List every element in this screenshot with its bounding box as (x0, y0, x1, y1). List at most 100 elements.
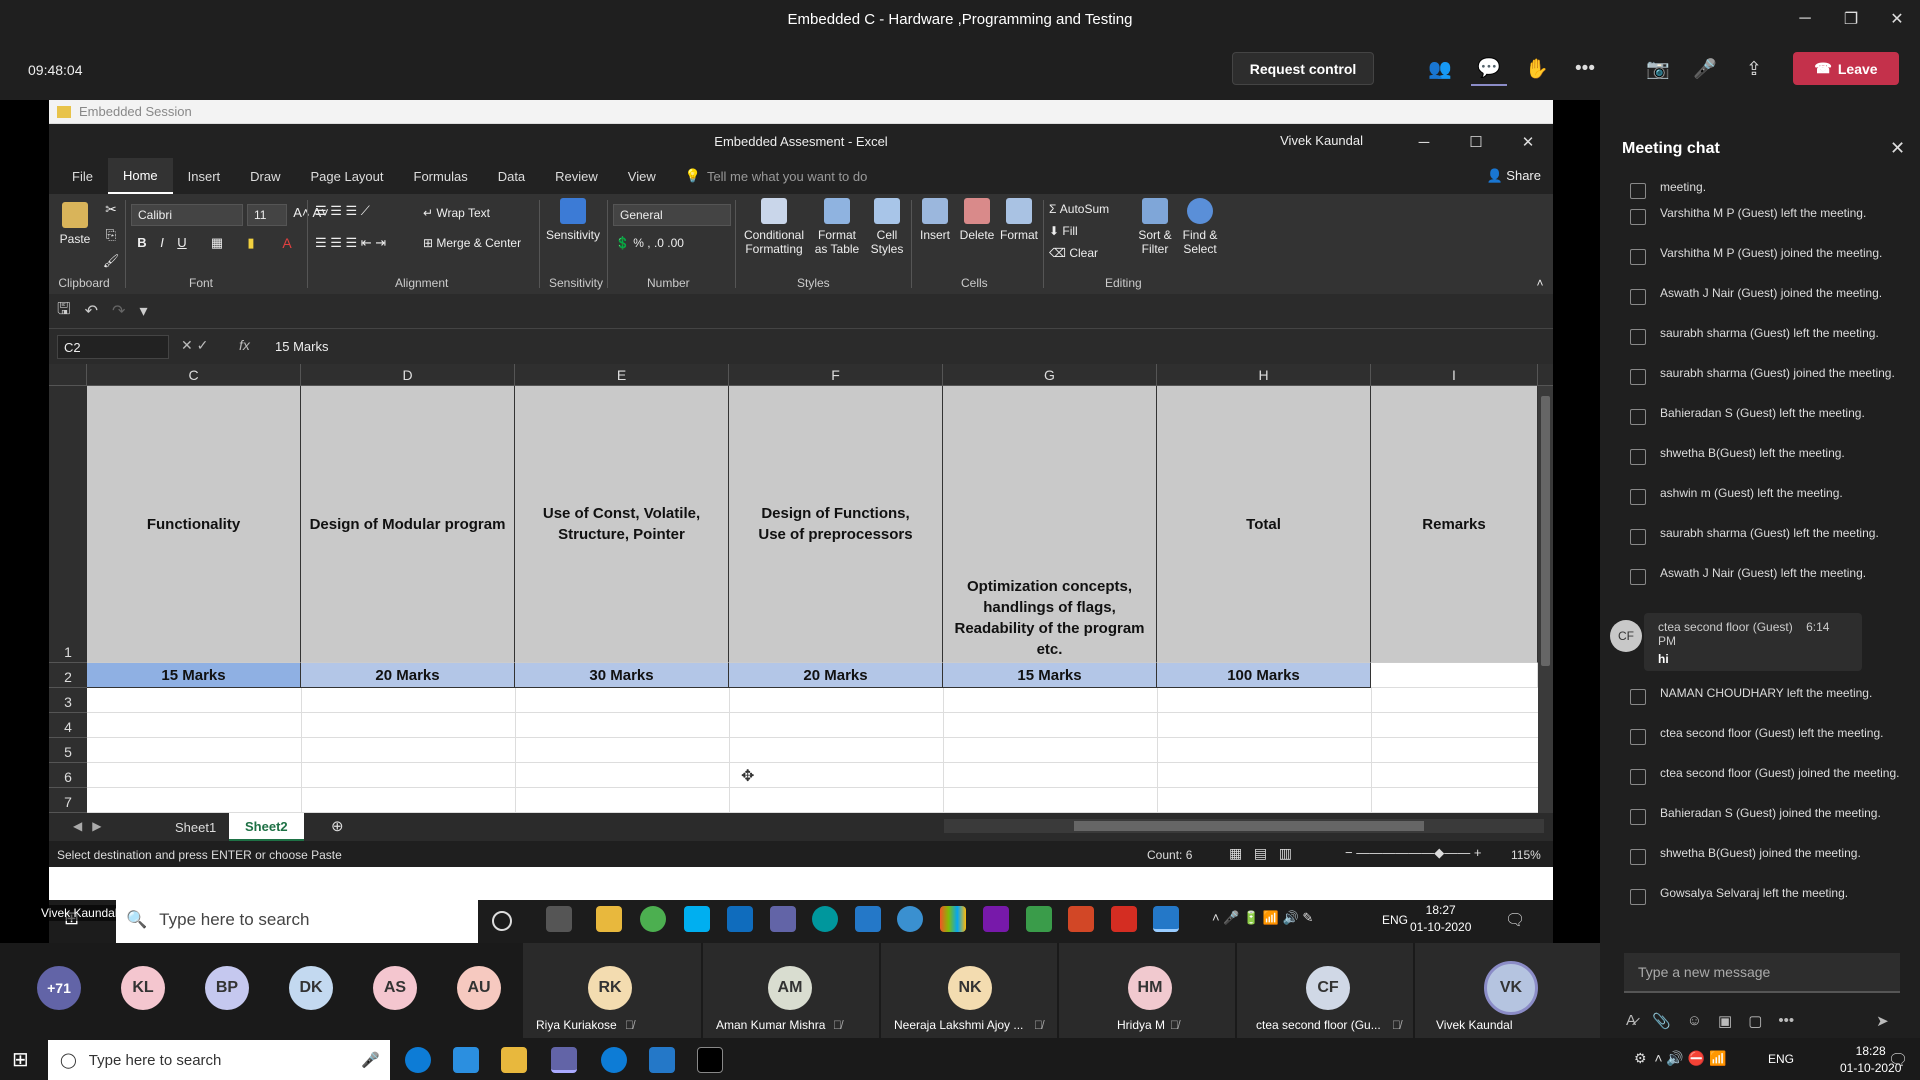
cell-d1[interactable]: Design of Modular program (301, 386, 515, 663)
onenote-icon[interactable] (983, 906, 1009, 932)
column-header-e[interactable]: E (515, 364, 729, 386)
font-name-select[interactable]: Calibri (131, 204, 243, 226)
alignment-icons-top[interactable]: ☰ ☰ ☰ ⟋ (315, 204, 395, 218)
more-actions-icon[interactable]: ••• (1567, 52, 1603, 86)
outlook-icon[interactable] (727, 906, 753, 932)
acrobat-icon[interactable] (1111, 906, 1137, 932)
add-sheet-icon[interactable]: ⊕ (331, 817, 344, 835)
cell-styles-button[interactable]: Cell Styles (865, 198, 909, 256)
fill-button[interactable]: ⬇ Fill (1049, 224, 1109, 238)
find-select-button[interactable]: Find & Select (1179, 198, 1221, 256)
notepad-icon[interactable] (1026, 906, 1052, 932)
autosum-button[interactable]: Σ AutoSum (1049, 202, 1129, 216)
teams-icon[interactable] (551, 1047, 577, 1073)
empty-rows[interactable]: ✥ (87, 688, 1538, 813)
chat-message-input[interactable]: Type a new message (1624, 953, 1900, 993)
cell-e1[interactable]: Use of Const, Volatile, Structure, Point… (515, 386, 729, 663)
insert-cells-button[interactable]: Insert (915, 198, 955, 242)
row-header-5[interactable]: 5 (49, 738, 87, 763)
formula-input[interactable]: 15 Marks (275, 339, 328, 354)
file-explorer-icon[interactable] (501, 1047, 527, 1073)
close-icon[interactable]: ✕ (1505, 130, 1551, 154)
vertical-scrollbar[interactable] (1538, 386, 1553, 813)
task-view-icon[interactable] (546, 906, 572, 932)
merge-center-button[interactable]: ⊞ Merge & Center (423, 236, 535, 250)
os-tray-icons[interactable]: ⚙ ˄ 🔊 ⛔ 📶 (1634, 1050, 1726, 1067)
cell-e2[interactable]: 30 Marks (515, 663, 729, 688)
cell-f1[interactable]: Design of Functions, Use of preprocessor… (729, 386, 943, 663)
font-size-select[interactable]: 11 (247, 204, 287, 226)
file-explorer-icon[interactable] (596, 906, 622, 932)
tray-icons[interactable]: ˄ 🎤 🔋 📶 🔊 ✎ (1212, 910, 1313, 926)
row-header-7[interactable]: 7 (49, 788, 87, 813)
customize-qat-icon[interactable]: ▾ (139, 301, 147, 321)
number-format-select[interactable]: General (613, 204, 731, 226)
font-color-icon[interactable]: A (275, 236, 299, 250)
tab-insert[interactable]: Insert (173, 158, 236, 194)
column-header-f[interactable]: F (729, 364, 943, 386)
row-header-3[interactable]: 3 (49, 688, 87, 713)
leave-button[interactable]: ☎ Leave (1793, 52, 1899, 85)
zoom-level[interactable]: 115% (1511, 848, 1541, 862)
column-header-g[interactable]: G (943, 364, 1157, 386)
attach-icon[interactable]: 📎 (1652, 1012, 1671, 1030)
gif-icon[interactable]: ▣ (1718, 1012, 1732, 1030)
camera-off-icon[interactable]: 📷 (1640, 52, 1676, 86)
select-all-corner[interactable] (49, 364, 87, 386)
chat-icon[interactable]: 💬 (1471, 52, 1507, 86)
avatar[interactable]: AS (373, 966, 417, 1010)
column-header-d[interactable]: D (301, 364, 515, 386)
format-cells-button[interactable]: Format (999, 198, 1039, 242)
tab-home[interactable]: Home (107, 158, 173, 194)
send-icon[interactable]: ➤ (1876, 1012, 1889, 1030)
emoji-icon[interactable]: ☺ (1687, 1012, 1702, 1030)
italic-icon[interactable]: I (153, 236, 171, 250)
participants-icon[interactable]: 👥 (1422, 52, 1458, 86)
sheet-tab-1[interactable]: Sheet1 (159, 813, 232, 841)
sticker-icon[interactable]: ▢ (1748, 1012, 1762, 1030)
minimize-icon[interactable]: ─ (1782, 0, 1828, 38)
conditional-formatting-button[interactable]: Conditional Formatting (739, 198, 809, 256)
cell-f2[interactable]: 20 Marks (729, 663, 943, 688)
minimize-icon[interactable]: ─ (1401, 130, 1447, 154)
save-icon[interactable]: 🖫 (57, 298, 71, 325)
windows-start-icon[interactable]: ⊞ (12, 1047, 29, 1072)
tab-formulas[interactable]: Formulas (399, 158, 483, 194)
row-header-2[interactable]: 2 (49, 663, 87, 688)
share-button[interactable]: 👤 Share (1486, 168, 1541, 184)
row-header-6[interactable]: 6 (49, 763, 87, 788)
ide-active-icon[interactable] (1153, 906, 1179, 932)
restore-icon[interactable]: ❐ (1828, 0, 1874, 38)
cell-h1[interactable]: Total (1157, 386, 1371, 663)
edge-icon[interactable] (405, 1047, 431, 1073)
horizontal-scrollbar[interactable] (944, 819, 1544, 833)
chat-message-bubble[interactable]: ctea second floor (Guest) 6:14 PM hi (1644, 613, 1862, 671)
sheet-nav-arrows[interactable]: ◀ ▶ (73, 819, 101, 833)
maximize-icon[interactable]: ☐ (1453, 130, 1499, 154)
tab-draw[interactable]: Draw (235, 158, 295, 194)
office-icon[interactable] (940, 906, 966, 932)
cell-d2[interactable]: 20 Marks (301, 663, 515, 688)
row-header-1[interactable]: 1 (49, 386, 87, 663)
zoom-slider[interactable]: − ——————◆—— + (1345, 845, 1481, 861)
scroll-thumb[interactable] (1541, 396, 1550, 666)
network-tool-icon[interactable] (897, 906, 923, 932)
raise-hand-icon[interactable]: ✋ (1519, 52, 1555, 86)
avatar[interactable]: AU (457, 966, 501, 1010)
close-chat-icon[interactable]: ✕ (1890, 138, 1905, 159)
tab-page-layout[interactable]: Page Layout (296, 158, 399, 194)
delete-cells-button[interactable]: Delete (957, 198, 997, 242)
cell-c1[interactable]: Functionality (87, 386, 301, 663)
chrome-icon[interactable] (640, 906, 666, 932)
avatar[interactable]: DK (289, 966, 333, 1010)
os-language[interactable]: ENG (1768, 1052, 1794, 1066)
h-scroll-thumb[interactable] (1074, 821, 1424, 831)
underline-icon[interactable]: U (173, 236, 191, 250)
tell-me-search[interactable]: 💡 Tell me what you want to do (685, 168, 868, 184)
clear-button[interactable]: ⌫ Clear (1049, 246, 1109, 260)
arduino-icon[interactable] (812, 906, 838, 932)
format-as-table-button[interactable]: Format as Table (811, 198, 863, 256)
teams-icon[interactable] (770, 906, 796, 932)
notifications-icon[interactable]: 🗨 (1505, 910, 1525, 930)
fx-icon[interactable]: fx (239, 337, 250, 353)
